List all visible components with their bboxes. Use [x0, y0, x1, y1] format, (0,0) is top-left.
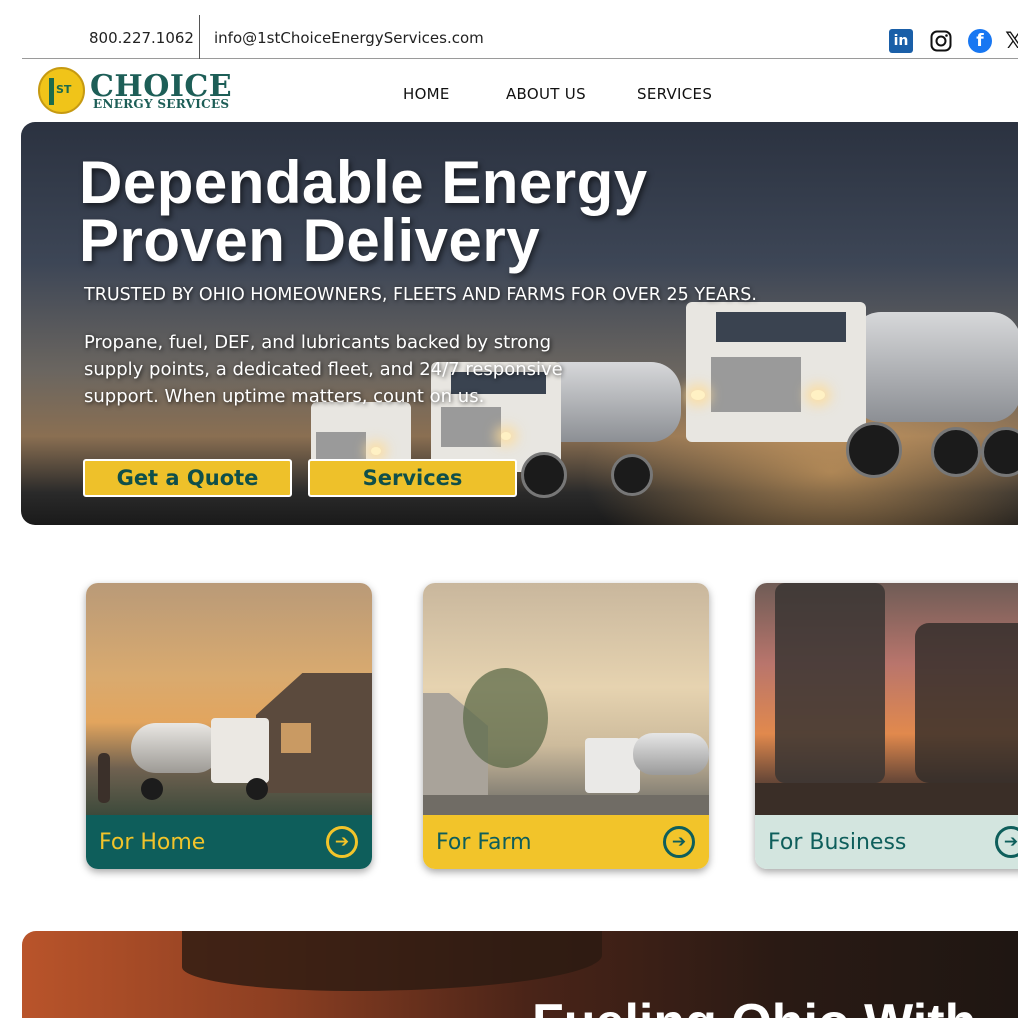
logo-badge: ST — [38, 67, 85, 114]
get-a-quote-button[interactable]: Get a Quote — [83, 459, 292, 497]
arrow-right-icon: ➔ — [663, 826, 695, 858]
card-for-business[interactable]: For Business ➔ — [755, 583, 1018, 869]
nav-services[interactable]: SERVICES — [637, 85, 712, 103]
email-link[interactable]: info@1stChoiceEnergyServices.com — [214, 29, 484, 47]
hero-title: Dependable Energy Proven Delivery — [79, 149, 648, 274]
home-delivery-image — [86, 583, 372, 815]
nav-about-us[interactable]: ABOUT US — [506, 85, 586, 103]
linkedin-icon[interactable]: in — [889, 29, 913, 53]
facebook-icon[interactable]: f — [968, 29, 992, 53]
instagram-icon[interactable] — [929, 29, 953, 53]
card-for-home[interactable]: For Home ➔ — [86, 583, 372, 869]
hero-banner: Dependable Energy Proven Delivery TRUSTE… — [21, 122, 1018, 525]
site-logo[interactable]: ST CHOICE ENERGY SERVICES — [38, 67, 238, 117]
hero-description: Propane, fuel, DEF, and lubricants backe… — [84, 332, 563, 407]
card-for-farm[interactable]: For Farm ➔ — [423, 583, 709, 869]
hero-tagline: TRUSTED BY OHIO HOMEOWNERS, FLEETS AND F… — [84, 285, 757, 305]
business-fueling-image — [755, 583, 1018, 815]
nav-home[interactable]: HOME — [403, 85, 450, 103]
divider — [199, 15, 200, 59]
services-button[interactable]: Services — [308, 459, 517, 497]
farm-delivery-image — [423, 583, 709, 815]
fuel-truck-image — [671, 282, 1018, 502]
arrow-right-icon: ➔ — [326, 826, 358, 858]
phone-link[interactable]: 800.227.1062 — [89, 29, 194, 47]
card-label: For Business — [755, 815, 1018, 869]
logo-subtitle: ENERGY SERVICES — [93, 97, 230, 111]
fueling-ohio-banner: Fueling Ohio With — [22, 931, 1018, 1018]
x-icon[interactable]: 𝕏 — [1002, 29, 1018, 54]
section-title: Fueling Ohio With — [532, 993, 976, 1018]
top-contact-bar: 800.227.1062 info@1stChoiceEnergyService… — [22, 0, 1018, 59]
